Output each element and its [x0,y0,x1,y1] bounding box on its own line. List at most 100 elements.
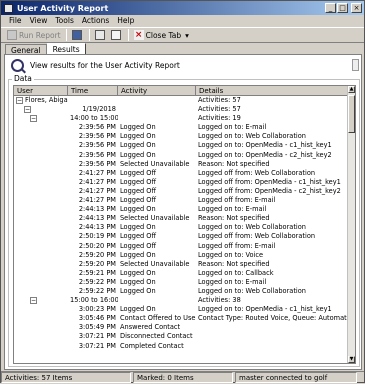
close-tab-dropdown[interactable]: ▾ [183,28,191,42]
cell-time: 2:41:27 PM [78,177,116,186]
table-row[interactable]: 2:50:20 PM Logged Off Logged off from: E-m… [14,242,348,251]
column-header-time[interactable]: Time [68,86,118,96]
cell-details: Logged on to: Web Collaboration [198,223,306,232]
table-row[interactable]: 2:39:56 PM Selected Unavailable Reason: No… [14,160,348,169]
table-row[interactable]: − 14:00 to 15:00 Activities: 19 [14,114,348,123]
table-row[interactable]: 3:05:49 PM Answered Contact [14,323,348,332]
table-row[interactable]: 2:41:27 PM Logged Off Logged off from: Ope… [14,178,348,187]
table-row[interactable]: 3:07:21 PM Disconnected Contact [14,332,348,341]
window-title: User Activity Report [17,3,109,13]
cell-time: 3:05:46 PM [78,314,116,323]
table-row[interactable]: − 15:00 to 16:00 Activities: 38 [14,296,348,305]
table-row[interactable]: 3:05:46 PM Contact Offered to User Contact… [14,314,348,323]
table-row[interactable]: − 1/19/2018 Activities: 57 [14,105,348,114]
menu-tools[interactable]: Tools [51,15,77,27]
table-row[interactable]: 3:00:23 PM Logged On Logged on to: OpenMed… [14,305,348,314]
cell-time [68,96,118,105]
maximize-button[interactable]: □ [337,3,348,13]
cell-time: 2:44:13 PM [78,214,116,223]
save-button[interactable] [70,28,86,42]
collapse-icon[interactable]: − [30,296,37,304]
column-header-user[interactable]: User [14,86,68,96]
cell-activity: Disconnected Contact [120,332,193,341]
table-row[interactable]: 2:59:20 PM Selected Unavailable Reason: No… [14,260,348,269]
scroll-up-arrow[interactable]: ▲ [348,86,355,93]
table-row[interactable]: − Flores, Abigail Activities: 57 [14,96,348,105]
cell-details: Logged off from: OpenMedia - c1_hist_key… [198,177,341,186]
close-button[interactable]: × [351,3,362,13]
menu-help[interactable]: Help [113,15,138,27]
cell-user [14,260,68,269]
cell-activity [118,114,196,123]
table-row[interactable]: 2:44:13 PM Selected Unavailable Reason: No… [14,214,348,223]
scroll-thumb[interactable] [348,95,355,133]
cell-details: Activities: 38 [198,296,241,305]
table-row[interactable]: 2:39:56 PM Logged On Logged on to: Web Col… [14,132,348,141]
cell-activity: Completed Contact [120,341,184,350]
cell-user [14,214,68,223]
vertical-scrollbar[interactable]: ▲ ▼ [347,86,355,363]
column-header-activity[interactable]: Activity [118,86,196,96]
grid-rows: − Flores, Abigail Activities: 57−1/19/2018… [14,96,348,351]
close-tab-button[interactable]: × Close Tab [132,28,184,42]
print-button[interactable] [93,28,109,42]
scroll-down-arrow[interactable]: ▼ [348,356,355,363]
table-row[interactable]: 2:59:20 PM Logged On Logged on to: Voice [14,251,348,260]
run-report-button[interactable]: Run Report [5,28,63,42]
table-row[interactable]: 2:59:22 PM Logged On Logged on to: E-mail [14,278,348,287]
cell-activity [118,296,196,305]
collapse-icon[interactable]: − [16,96,23,104]
column-header-details[interactable]: Details [196,86,348,96]
cell-user [14,196,68,205]
cell-time: 3:07:21 PM [78,341,116,350]
cell-user: − Flores, Abigail [14,96,68,105]
results-panel: View results for the User Activity Repor… [4,54,362,370]
print-preview-button[interactable] [109,28,125,42]
table-row[interactable]: 2:39:56 PM Logged On Logged on to: E-mail [14,123,348,132]
table-row[interactable]: 2:59:22 PM Logged On Logged on to: Web Col… [14,287,348,296]
table-row[interactable]: 2:41:27 PM Logged Off Logged off from: E-m… [14,196,348,205]
banner-message: View results for the User Activity Repor… [30,60,180,70]
table-row[interactable]: 2:41:27 PM Logged Off Logged off from: Web… [14,169,348,178]
table-row[interactable]: 2:50:19 PM Logged Off Logged off from: Web… [14,232,348,241]
cell-activity: Logged On [120,205,156,214]
report-window: User Activity Report _ □ × File View Too… [0,0,365,383]
status-bar: Activities: 57 Items Marked: 0 Items mas… [1,371,364,383]
cell-user [14,242,68,251]
table-row[interactable]: 2:44:13 PM Logged On Logged on to: E-mail [14,205,348,214]
table-row[interactable]: 3:07:21 PM Completed Contact [14,342,348,351]
collapse-icon[interactable]: − [30,114,37,122]
data-group-label: Data [12,74,34,83]
cell-activity: Logged On [120,250,156,259]
run-report-icon [7,30,17,40]
cell-details [196,332,348,341]
cell-activity: Logged Off [120,186,157,195]
cell-user [14,305,68,314]
cell-details: Logged off from: E-mail [198,196,276,205]
cell-activity: Logged On [120,223,156,232]
menu-file[interactable]: File [5,15,26,27]
grid-header: User Time Activity Details [14,86,348,96]
cell-user [14,151,68,160]
table-row[interactable]: 2:44:13 PM Logged On Logged on to: Web Col… [14,223,348,232]
table-row[interactable]: 2:39:56 PM Logged On Logged on to: OpenMed… [14,141,348,150]
title-bar[interactable]: User Activity Report _ □ × [1,1,364,15]
minimize-button[interactable]: _ [325,3,336,13]
cell-user [14,169,68,178]
menu-view[interactable]: View [26,15,52,27]
cell-user [14,278,68,287]
activity-grid[interactable]: User Time Activity Details − Flores, Abig… [13,85,356,364]
table-row[interactable]: 2:41:27 PM Logged Off Logged off from: Ope… [14,187,348,196]
table-row[interactable]: 2:39:56 PM Logged On Logged on to: OpenMed… [14,151,348,160]
cell-time: 2:59:22 PM [78,277,116,286]
table-row[interactable]: 2:59:21 PM Logged On Logged on to: Callbac… [14,269,348,278]
data-group: Data User Time Activity Details − Flores,… [8,74,360,367]
menu-actions[interactable]: Actions [78,15,113,27]
banner-collapse-button[interactable] [352,59,359,71]
cell-details: Reason: Not specified [198,159,270,168]
results-banner: View results for the User Activity Repor… [5,55,361,75]
cell-user [14,205,68,214]
cell-activity [118,96,196,105]
cell-user: − [14,105,68,114]
collapse-icon[interactable]: − [24,105,31,113]
